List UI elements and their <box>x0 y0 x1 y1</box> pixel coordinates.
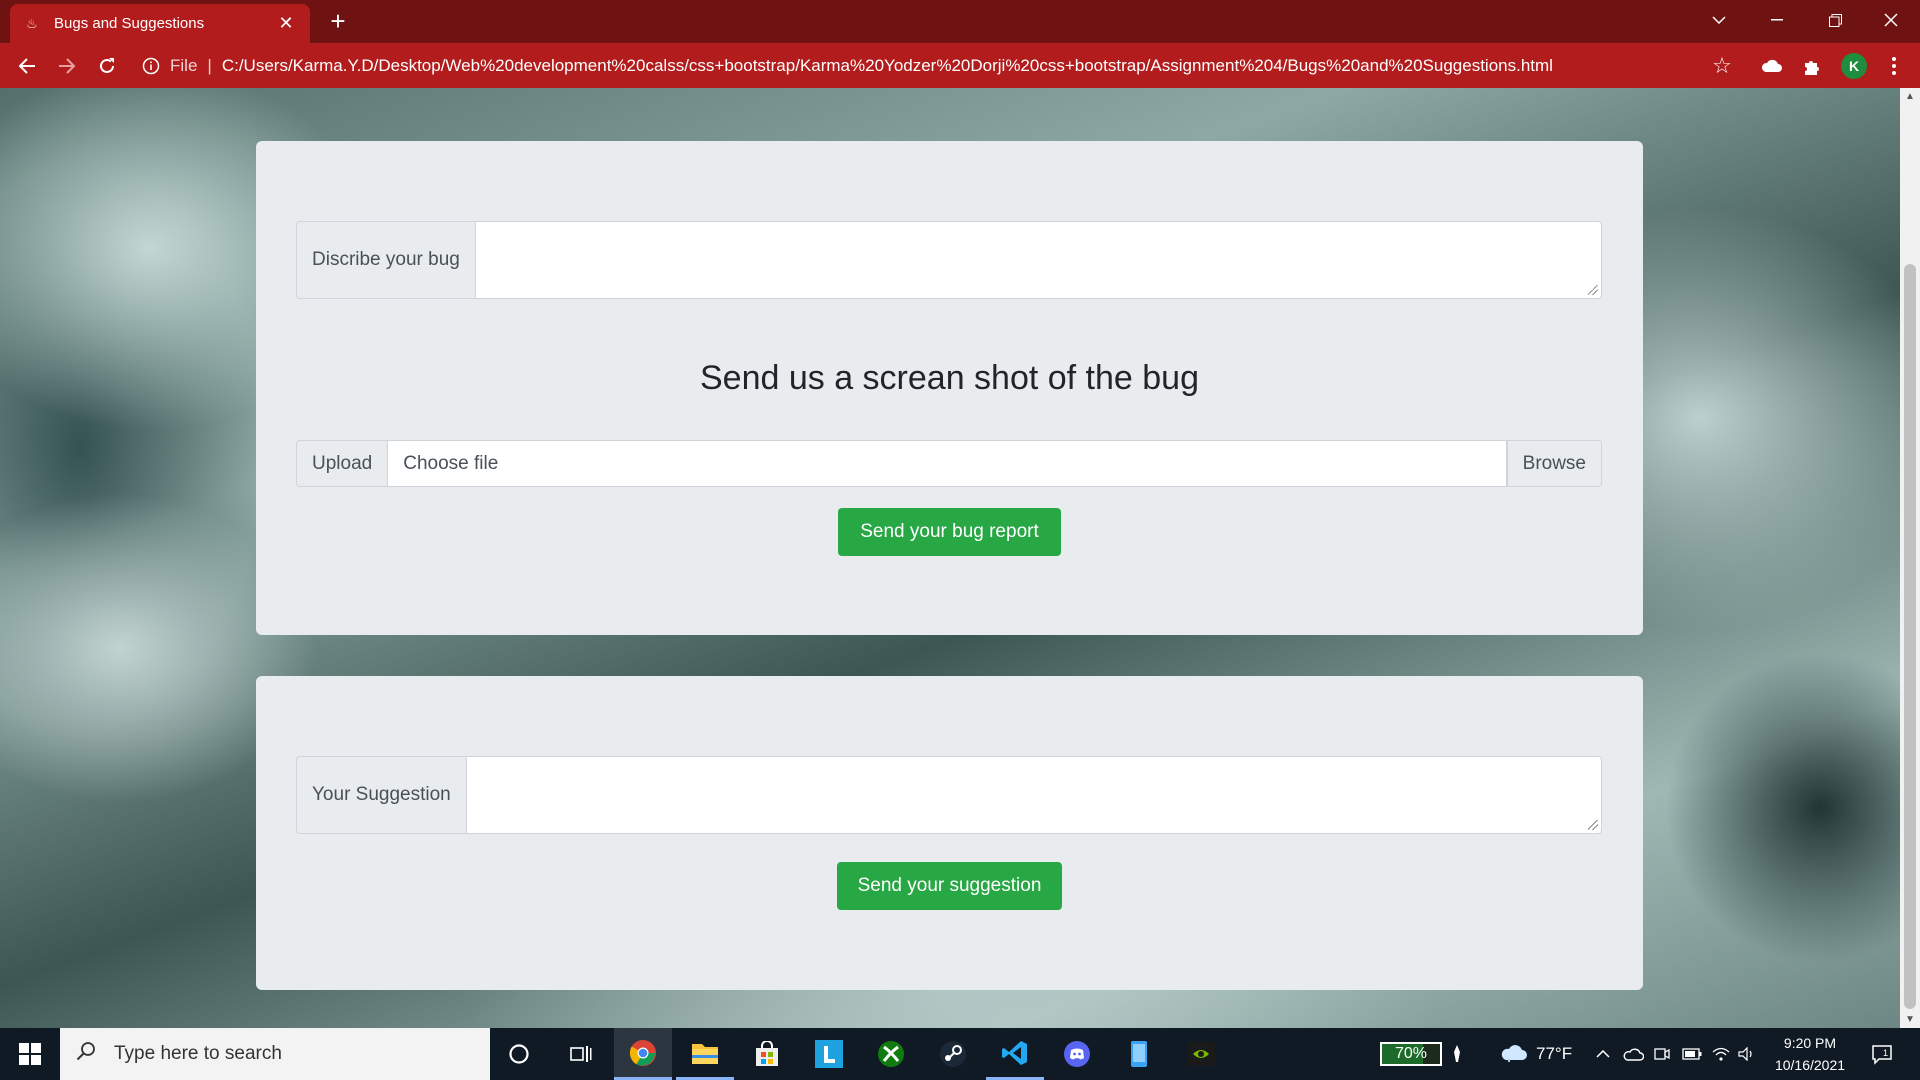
phone-app-icon[interactable] <box>1110 1028 1168 1080</box>
suggestion-label: Your Suggestion <box>296 756 466 834</box>
notification-count: 1 <box>1883 1048 1888 1058</box>
restore-button[interactable] <box>1806 0 1864 40</box>
volume-icon[interactable] <box>1738 1028 1756 1080</box>
bug-description-group: Discribe your bug <box>296 221 1602 299</box>
extensions-puzzle-icon[interactable] <box>1798 52 1826 80</box>
search-icon <box>76 1041 100 1067</box>
windows-start-icon[interactable] <box>0 1028 60 1080</box>
back-arrow-icon[interactable] <box>12 51 42 81</box>
profile-avatar[interactable]: K <box>1841 53 1867 79</box>
extension-cloud-icon[interactable] <box>1758 52 1786 80</box>
weather-cloud-icon <box>1500 1042 1528 1067</box>
tab-title: Bugs and Suggestions <box>54 15 205 32</box>
battery-indicator[interactable]: 70% <box>1380 1042 1442 1066</box>
tab-strip: ♨ Bugs and Suggestions ✕ + <box>0 0 1920 43</box>
close-tab-icon[interactable]: ✕ <box>276 13 296 34</box>
task-view-icon[interactable] <box>552 1028 610 1080</box>
windows-taskbar: Type here to search 70% 77°F 9:20 PM 10/… <box>0 1028 1920 1080</box>
suggestion-group: Your Suggestion <box>296 756 1602 834</box>
clock-time: 9:20 PM <box>1783 1035 1837 1051</box>
scroll-down-arrow-icon[interactable]: ▼ <box>1900 1011 1920 1028</box>
battery-percent: 70% <box>1394 1045 1428 1062</box>
suggestion-textarea[interactable] <box>465 756 1602 834</box>
suggestion-card: Your Suggestion Send your suggestion <box>256 676 1643 990</box>
microsoft-store-icon[interactable] <box>738 1028 796 1080</box>
resize-grip-icon[interactable] <box>1588 285 1598 295</box>
taskbar-clock[interactable]: 9:20 PM 10/16/2021 <box>1760 1032 1860 1076</box>
nvidia-icon[interactable] <box>1172 1028 1230 1080</box>
address-separator: | <box>207 55 212 75</box>
bug-description-textarea[interactable] <box>474 221 1602 299</box>
screenshot-heading: Send us a screan shot of the bug <box>699 359 1199 397</box>
address-bar[interactable]: File | C:/Users/Karma.Y.D/Desktop/Web%20… <box>140 48 1732 83</box>
java-favicon-icon: ♨ <box>26 15 38 31</box>
send-bug-report-button[interactable]: Send your bug report <box>838 508 1061 556</box>
launcher-l-icon[interactable] <box>800 1028 858 1080</box>
tab-search-chevron-icon[interactable] <box>1690 0 1748 40</box>
taskbar-search-box[interactable]: Type here to search <box>60 1028 490 1080</box>
bookmark-star-icon[interactable]: ☆ <box>1708 52 1736 80</box>
file-explorer-icon[interactable] <box>676 1028 734 1080</box>
page-viewport: Discribe your bug Send us a screan shot … <box>0 88 1900 1028</box>
page-scrollbar[interactable]: ▲ ▼ <box>1900 88 1920 1028</box>
scheme-label: File <box>170 55 198 75</box>
resize-grip-icon[interactable] <box>1588 820 1598 830</box>
minimize-button[interactable] <box>1748 0 1806 40</box>
pen-icon[interactable] <box>1452 1028 1462 1080</box>
close-window-button[interactable] <box>1862 0 1920 40</box>
upload-group: Upload Choose file Browse <box>296 440 1602 487</box>
clock-date: 10/16/2021 <box>1774 1057 1846 1073</box>
wifi-icon[interactable] <box>1712 1028 1730 1080</box>
meet-now-icon[interactable] <box>1654 1028 1670 1080</box>
weather-widget[interactable]: 77°F <box>1500 1028 1572 1080</box>
upload-label: Upload <box>296 440 388 487</box>
tray-chevron-up-icon[interactable] <box>1596 1028 1610 1080</box>
file-chooser[interactable]: Choose file <box>387 440 1507 487</box>
browser-toolbar: File | C:/Users/Karma.Y.D/Desktop/Web%20… <box>0 43 1920 88</box>
forward-arrow-icon[interactable] <box>52 51 82 81</box>
scroll-up-arrow-icon[interactable]: ▲ <box>1900 88 1920 105</box>
chrome-icon[interactable] <box>614 1028 672 1080</box>
discord-icon[interactable] <box>1048 1028 1106 1080</box>
bug-description-label: Discribe your bug <box>296 221 475 299</box>
steam-icon[interactable] <box>924 1028 982 1080</box>
send-suggestion-button[interactable]: Send your suggestion <box>837 862 1062 910</box>
url-text[interactable]: C:/Users/Karma.Y.D/Desktop/Web%20develop… <box>222 56 1553 76</box>
notifications-icon[interactable]: 1 <box>1868 1040 1896 1068</box>
scrollbar-thumb[interactable] <box>1904 264 1916 1009</box>
tab-bugs-and-suggestions[interactable]: ♨ Bugs and Suggestions ✕ <box>10 4 310 43</box>
reload-icon[interactable] <box>92 51 122 81</box>
site-info-icon[interactable] <box>140 55 162 77</box>
battery-tray-icon[interactable] <box>1682 1028 1702 1080</box>
bug-report-card: Discribe your bug Send us a screan shot … <box>256 141 1643 635</box>
cortana-icon[interactable] <box>490 1028 548 1080</box>
kebab-menu-icon[interactable] <box>1880 52 1908 80</box>
xbox-icon[interactable] <box>862 1028 920 1080</box>
search-placeholder: Type here to search <box>114 1043 282 1064</box>
weather-temperature: 77°F <box>1536 1044 1573 1063</box>
browse-button[interactable]: Browse <box>1506 440 1602 487</box>
new-tab-button[interactable]: + <box>324 6 352 36</box>
vscode-icon[interactable] <box>986 1028 1044 1080</box>
onedrive-icon[interactable] <box>1622 1028 1644 1080</box>
